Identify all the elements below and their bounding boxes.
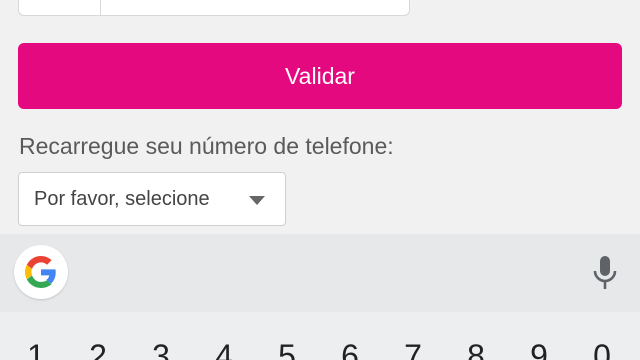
- key-7[interactable]: 7: [383, 338, 443, 360]
- select-value: Por favor, selecione: [34, 187, 210, 210]
- country-code-select[interactable]: [18, 0, 102, 16]
- mic-icon[interactable]: [593, 256, 617, 290]
- key-4[interactable]: 4: [194, 338, 254, 360]
- number-row: 1 2 3 4 5 6 7 8 9 0: [0, 312, 640, 360]
- phone-number-select[interactable]: Por favor, selecione: [18, 172, 286, 226]
- recharge-label: Recarregue seu número de telefone:: [19, 133, 394, 159]
- keyboard-toolbar: [0, 234, 640, 312]
- key-5[interactable]: 5: [257, 338, 317, 360]
- key-6[interactable]: 6: [320, 338, 380, 360]
- validate-button[interactable]: Validar: [18, 43, 622, 109]
- google-g-icon[interactable]: [14, 245, 68, 299]
- key-2[interactable]: 2: [68, 338, 128, 360]
- phone-field-row: .: [18, 0, 410, 16]
- chevron-down-icon: [249, 196, 265, 205]
- key-3[interactable]: 3: [131, 338, 191, 360]
- form-area: . Validar Recarregue seu número de telef…: [0, 0, 640, 234]
- key-1[interactable]: 1: [6, 338, 66, 360]
- key-8[interactable]: 8: [446, 338, 506, 360]
- key-0[interactable]: 0: [572, 338, 632, 360]
- phone-input[interactable]: .: [100, 0, 410, 16]
- key-9[interactable]: 9: [509, 338, 569, 360]
